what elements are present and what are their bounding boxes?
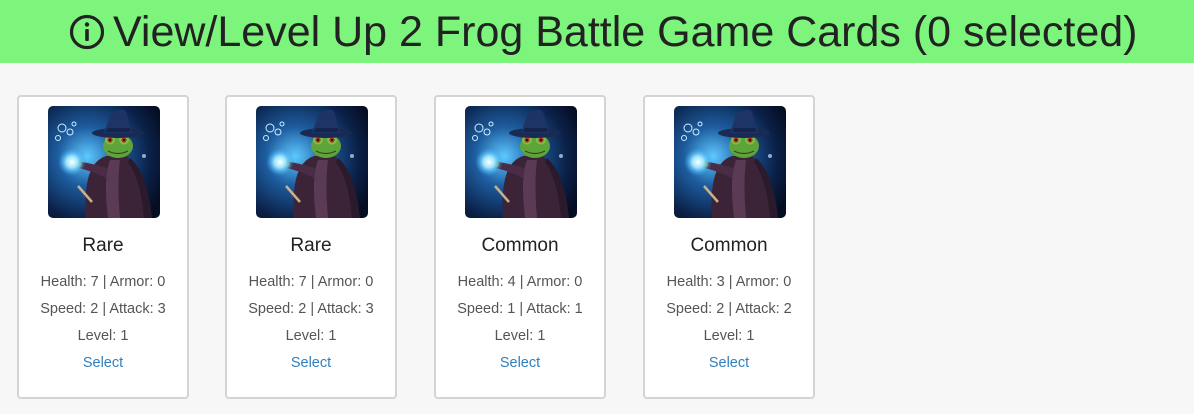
card-level: Level: 1 bbox=[703, 328, 755, 344]
select-link[interactable]: Select bbox=[19, 355, 187, 371]
card-rarity: Common bbox=[690, 235, 768, 256]
card-stats-health-armor: Health: 3 | Armor: 0 bbox=[666, 274, 792, 290]
card-stats-health-armor: Health: 7 | Armor: 0 bbox=[40, 274, 166, 290]
game-card: Rare Health: 7 | Armor: 0 Speed: 2 | Att… bbox=[17, 95, 189, 399]
card-list: Rare Health: 7 | Armor: 0 Speed: 2 | Att… bbox=[0, 0, 1194, 414]
card-stats-speed-attack: Speed: 2 | Attack: 3 bbox=[248, 301, 374, 317]
card-stats-health-armor: Health: 4 | Armor: 0 bbox=[457, 274, 583, 290]
game-card: Common Health: 4 | Armor: 0 Speed: 1 | A… bbox=[434, 95, 606, 399]
select-link[interactable]: Select bbox=[227, 355, 395, 371]
card-rarity: Common bbox=[481, 235, 559, 256]
card-stats-speed-attack: Speed: 2 | Attack: 2 bbox=[666, 301, 792, 317]
card-level: Level: 1 bbox=[77, 328, 129, 344]
card-rarity: Rare bbox=[290, 235, 332, 256]
game-card: Common Health: 3 | Armor: 0 Speed: 2 | A… bbox=[643, 95, 815, 399]
card-level: Level: 1 bbox=[494, 328, 546, 344]
select-link[interactable]: Select bbox=[436, 355, 604, 371]
select-link[interactable]: Select bbox=[645, 355, 813, 371]
card-rarity: Rare bbox=[82, 235, 124, 256]
card-stats-speed-attack: Speed: 2 | Attack: 3 bbox=[40, 301, 166, 317]
game-card: Rare Health: 7 | Armor: 0 Speed: 2 | Att… bbox=[225, 95, 397, 399]
card-level: Level: 1 bbox=[285, 328, 337, 344]
card-image bbox=[48, 106, 160, 218]
card-stats-health-armor: Health: 7 | Armor: 0 bbox=[248, 274, 374, 290]
card-image bbox=[465, 106, 577, 218]
card-image bbox=[674, 106, 786, 218]
card-image bbox=[256, 106, 368, 218]
card-stats-speed-attack: Speed: 1 | Attack: 1 bbox=[457, 301, 583, 317]
